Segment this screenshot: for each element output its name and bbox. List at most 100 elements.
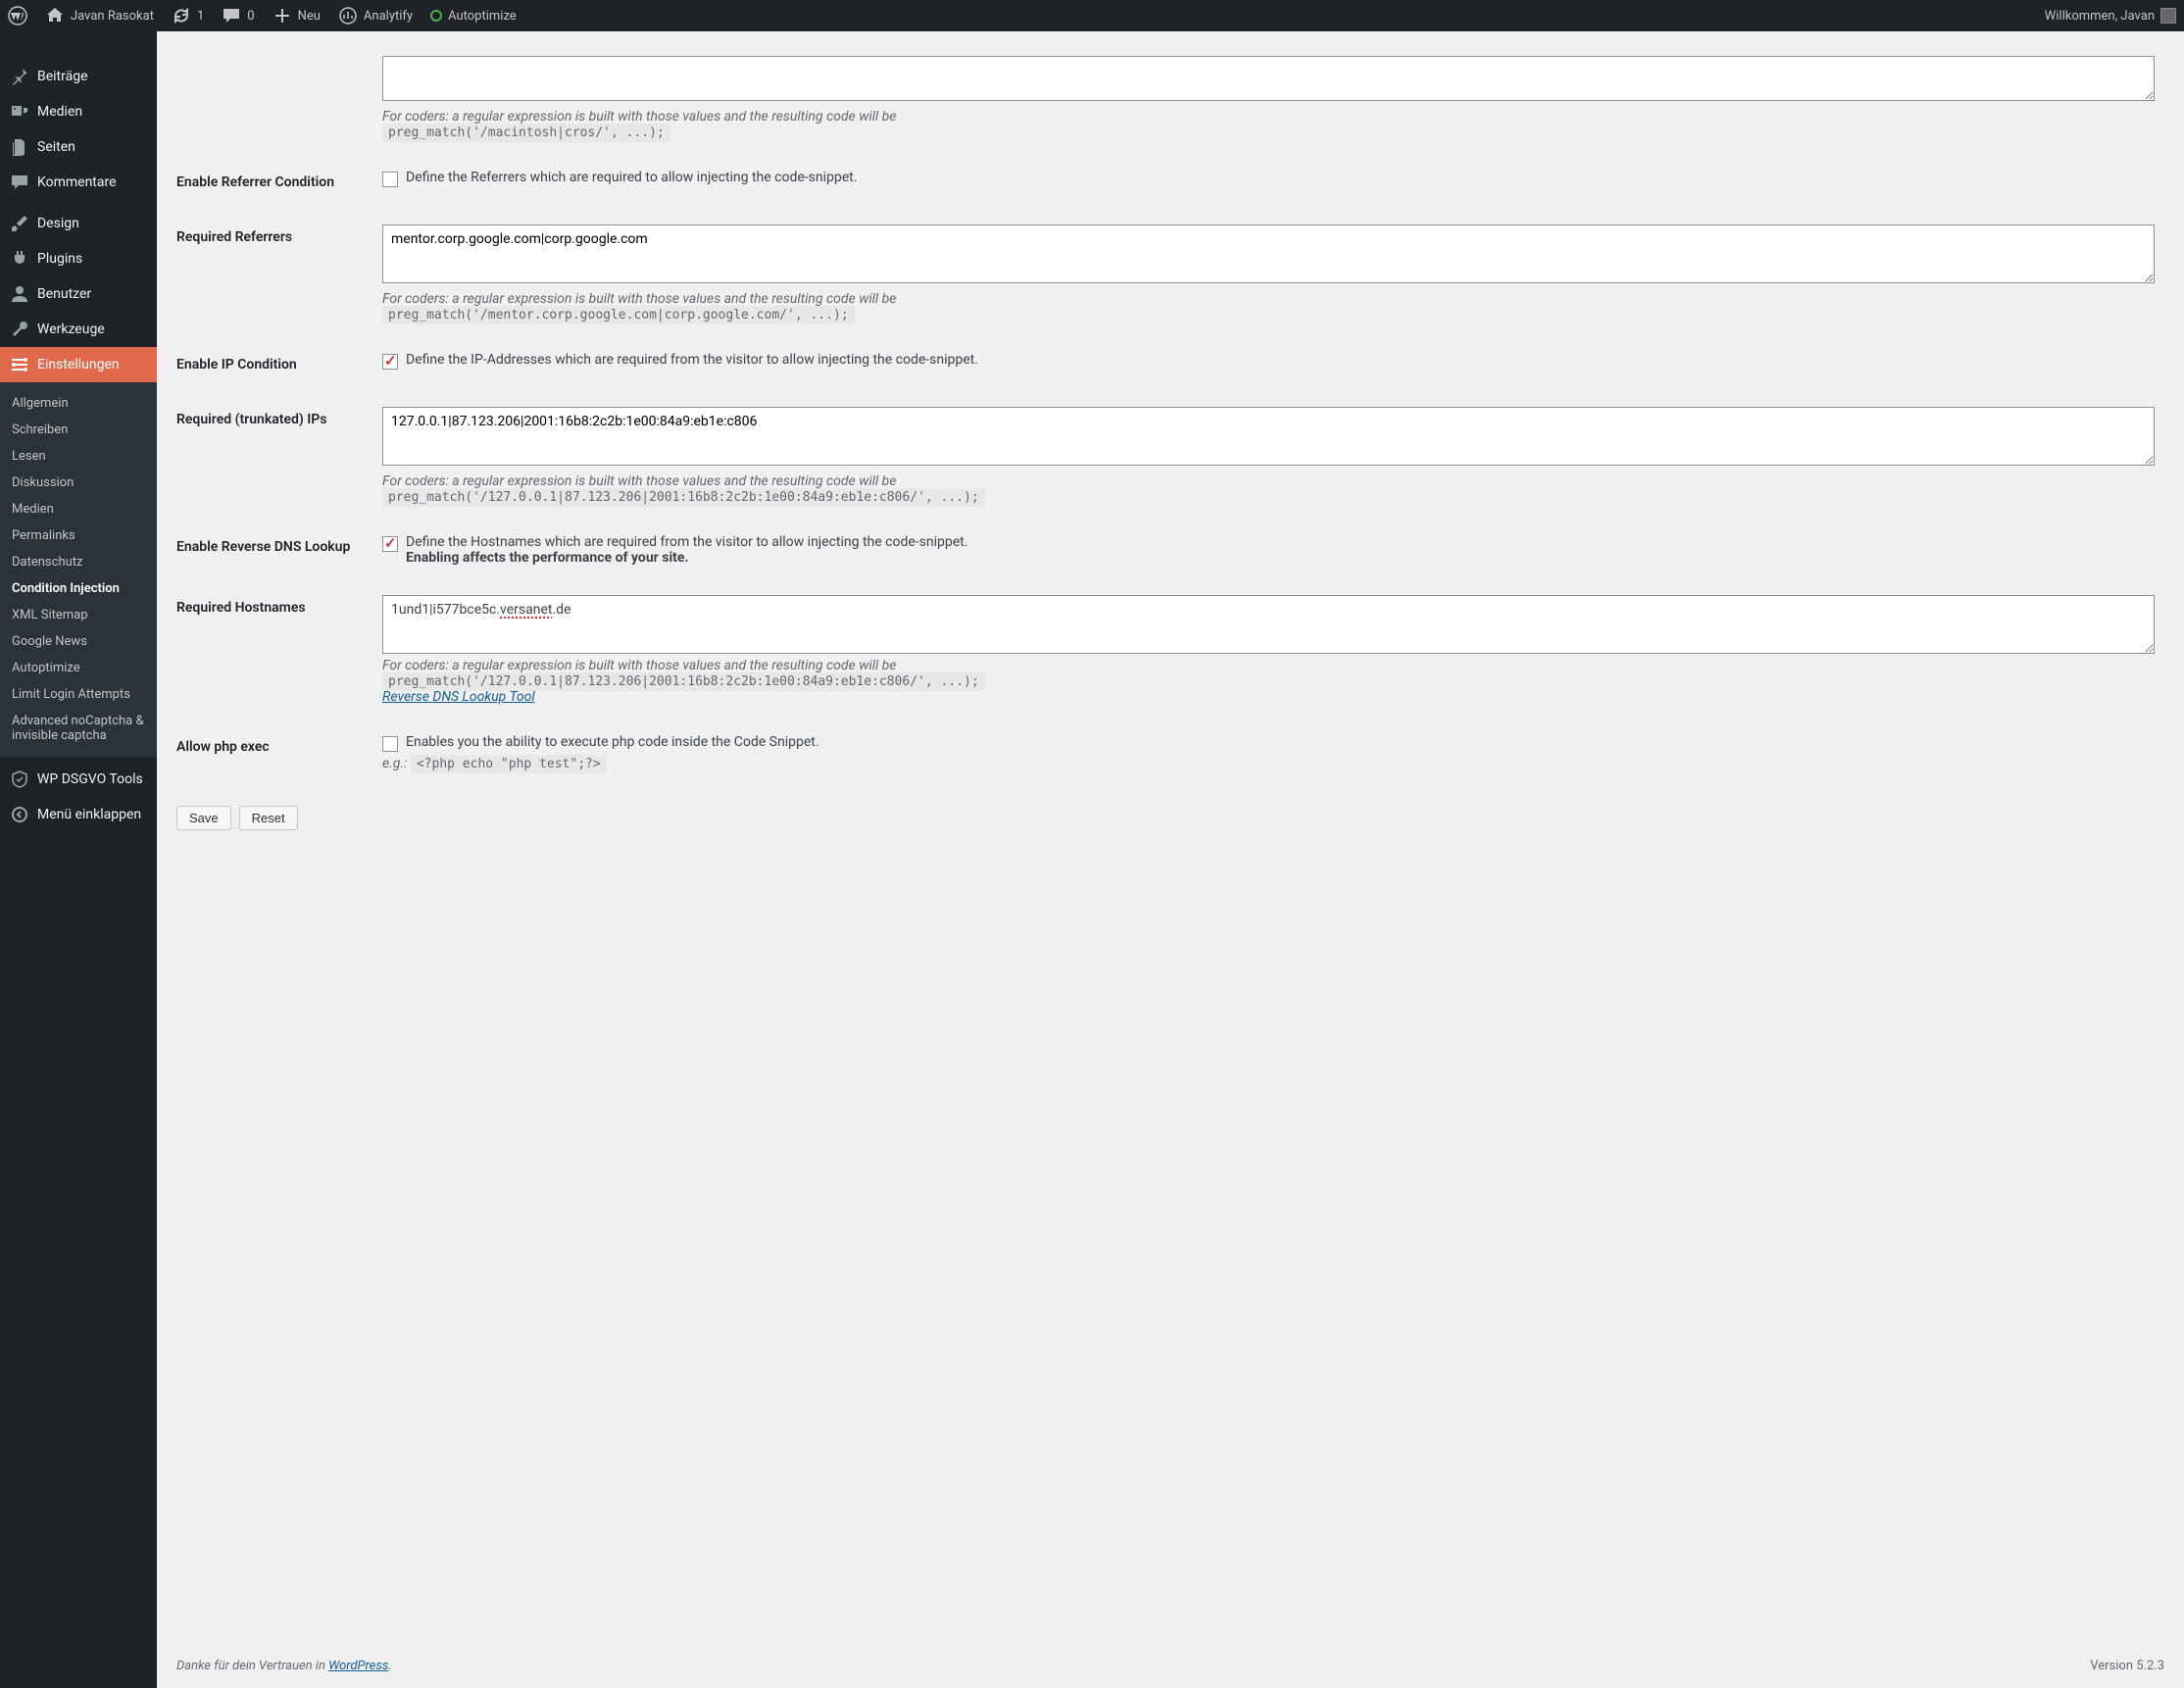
home-icon (45, 6, 65, 25)
footer: Danke für dein Vertrauen in WordPress. V… (176, 1644, 2164, 1688)
eg-code: <?php echo "php test";?> (411, 755, 607, 773)
footer-thanks: Danke für dein Vertrauen in (176, 1659, 328, 1673)
sidebar-item-plugins[interactable]: Plugins (0, 241, 157, 276)
ip-checkbox-label: Define the IP-Addresses which are requir… (406, 352, 978, 368)
collapse-icon (10, 805, 29, 824)
dns-checkbox-label: Define the Hostnames which are required … (406, 534, 968, 550)
media-icon (10, 102, 29, 122)
save-button[interactable]: Save (176, 806, 231, 830)
sidebar-label: Plugins (37, 251, 82, 267)
admin-bar: Javan Rasokat 1 0 Neu Analytify (0, 0, 2184, 31)
submenu-schreiben[interactable]: Schreiben (0, 417, 157, 443)
php-checkbox[interactable] (382, 736, 398, 752)
submenu-diskussion[interactable]: Diskussion (0, 470, 157, 496)
wordpress-link[interactable]: WordPress (328, 1659, 388, 1673)
analytify-label: Analytify (364, 9, 413, 24)
sidebar-item-design[interactable]: Design (0, 206, 157, 241)
dns-checkbox[interactable] (382, 536, 398, 552)
submenu-limit-login[interactable]: Limit Login Attempts (0, 681, 157, 708)
user-icon (10, 284, 29, 304)
autoptimize-link[interactable]: Autoptimize (430, 9, 517, 24)
plus-icon (273, 6, 292, 25)
sidebar-label: Design (37, 216, 79, 231)
comment-icon (10, 173, 29, 192)
row-label-php: Allow php exec (176, 720, 372, 786)
sidebar-collapse[interactable]: Menü einklappen (0, 797, 157, 832)
submenu-permalinks[interactable]: Permalinks (0, 522, 157, 549)
sidebar-label: Werkzeuge (37, 322, 105, 337)
os-textarea[interactable] (382, 56, 2155, 101)
referrer-checkbox-label: Define the Referrers which are required … (406, 170, 857, 185)
php-checkbox-label: Enables you the ability to execute php c… (406, 734, 819, 750)
pin-icon (10, 67, 29, 86)
sidebar-item-settings[interactable]: Einstellungen (0, 347, 157, 382)
submenu-xml-sitemap[interactable]: XML Sitemap (0, 602, 157, 628)
submenu-lesen[interactable]: Lesen (0, 443, 157, 470)
my-account-link[interactable]: Willkommen, Javan (2045, 8, 2176, 24)
avatar (2160, 8, 2176, 24)
coders-hint: For coders: a regular expression is buil… (382, 658, 897, 673)
sidebar-item-dsgvo[interactable]: WP DSGVO Tools (0, 762, 157, 797)
reset-button[interactable]: Reset (239, 806, 298, 830)
referrer-checkbox[interactable] (382, 172, 398, 187)
settings-submenu: Allgemein Schreiben Lesen Diskussion Med… (0, 382, 157, 757)
coders-hint: For coders: a regular expression is buil… (382, 109, 897, 124)
new-label: Neu (298, 9, 321, 24)
sidebar-label: Benutzer (37, 286, 91, 302)
sidebar-label: Kommentare (37, 174, 117, 190)
sidebar-item-media[interactable]: Medien (0, 94, 157, 129)
sidebar-label: Beiträge (37, 69, 88, 84)
submenu-nocaptcha[interactable]: Advanced noCaptcha & invisible captcha (0, 708, 157, 749)
ips-textarea[interactable]: 127.0.0.1|87.123.206|2001:16b8:2c2b:1e00… (382, 407, 2155, 466)
comments-count: 0 (247, 9, 254, 24)
submenu-datenschutz[interactable]: Datenschutz (0, 549, 157, 575)
row-label-referrer: Enable Referrer Condition (176, 155, 372, 210)
sidebar-label: Seiten (37, 139, 75, 155)
settings-icon (10, 355, 29, 374)
regex-code: preg_match('/mentor.corp.google.com|corp… (382, 306, 855, 324)
sidebar-item-tools[interactable]: Werkzeuge (0, 312, 157, 347)
row-label-dns: Enable Reverse DNS Lookup (176, 520, 372, 580)
analytify-link[interactable]: Analytify (338, 6, 413, 25)
eg-label: e.g.: (382, 756, 407, 771)
sidebar-label: WP DSGVO Tools (37, 771, 143, 787)
version-label: Version 5.2.3 (2090, 1659, 2164, 1673)
comment-icon (222, 6, 241, 25)
chart-icon (338, 6, 358, 25)
welcome-text: Willkommen, Javan (2045, 9, 2155, 24)
coders-hint: For coders: a regular expression is buil… (382, 291, 897, 307)
regex-code: preg_match('/127.0.0.1|87.123.206|2001:1… (382, 488, 985, 507)
row-label-ips: Required (trunkated) IPs (176, 392, 372, 520)
sidebar-item-comments[interactable]: Kommentare (0, 165, 157, 201)
submenu-medien[interactable]: Medien (0, 496, 157, 522)
comments-link[interactable]: 0 (222, 6, 254, 25)
main-content: For coders: a regular expression is buil… (157, 31, 2184, 1688)
hostnames-textarea[interactable]: 1und1|i577bce5c.versanet.de (382, 595, 2155, 654)
ip-checkbox[interactable] (382, 354, 398, 370)
updates-link[interactable]: 1 (172, 6, 204, 25)
submenu-google-news[interactable]: Google News (0, 628, 157, 655)
refresh-icon (172, 6, 191, 25)
reverse-dns-link[interactable]: Reverse DNS Lookup Tool (382, 689, 535, 705)
row-label-hostnames: Required Hostnames (176, 580, 372, 720)
site-home-link[interactable]: Javan Rasokat (45, 6, 154, 25)
dns-bold-warning: Enabling affects the performance of your… (406, 550, 689, 566)
brush-icon (10, 214, 29, 233)
pages-icon (10, 137, 29, 157)
sidebar-label: Medien (37, 104, 82, 120)
sidebar-item-pages[interactable]: Seiten (0, 129, 157, 165)
submenu-allgemein[interactable]: Allgemein (0, 390, 157, 417)
shield-icon (10, 770, 29, 789)
submenu-condition-injection[interactable]: Condition Injection (0, 575, 157, 602)
referrers-textarea[interactable]: mentor.corp.google.com|corp.google.com (382, 224, 2155, 283)
wrench-icon (10, 320, 29, 339)
updates-count: 1 (197, 9, 204, 24)
sidebar-item-posts[interactable]: Beiträge (0, 59, 157, 94)
wordpress-icon (8, 6, 27, 25)
autoptimize-label: Autoptimize (448, 9, 517, 24)
submenu-autoptimize[interactable]: Autoptimize (0, 655, 157, 681)
coders-hint: For coders: a regular expression is buil… (382, 473, 897, 489)
wp-logo[interactable] (8, 6, 27, 25)
sidebar-item-users[interactable]: Benutzer (0, 276, 157, 312)
new-link[interactable]: Neu (273, 6, 321, 25)
